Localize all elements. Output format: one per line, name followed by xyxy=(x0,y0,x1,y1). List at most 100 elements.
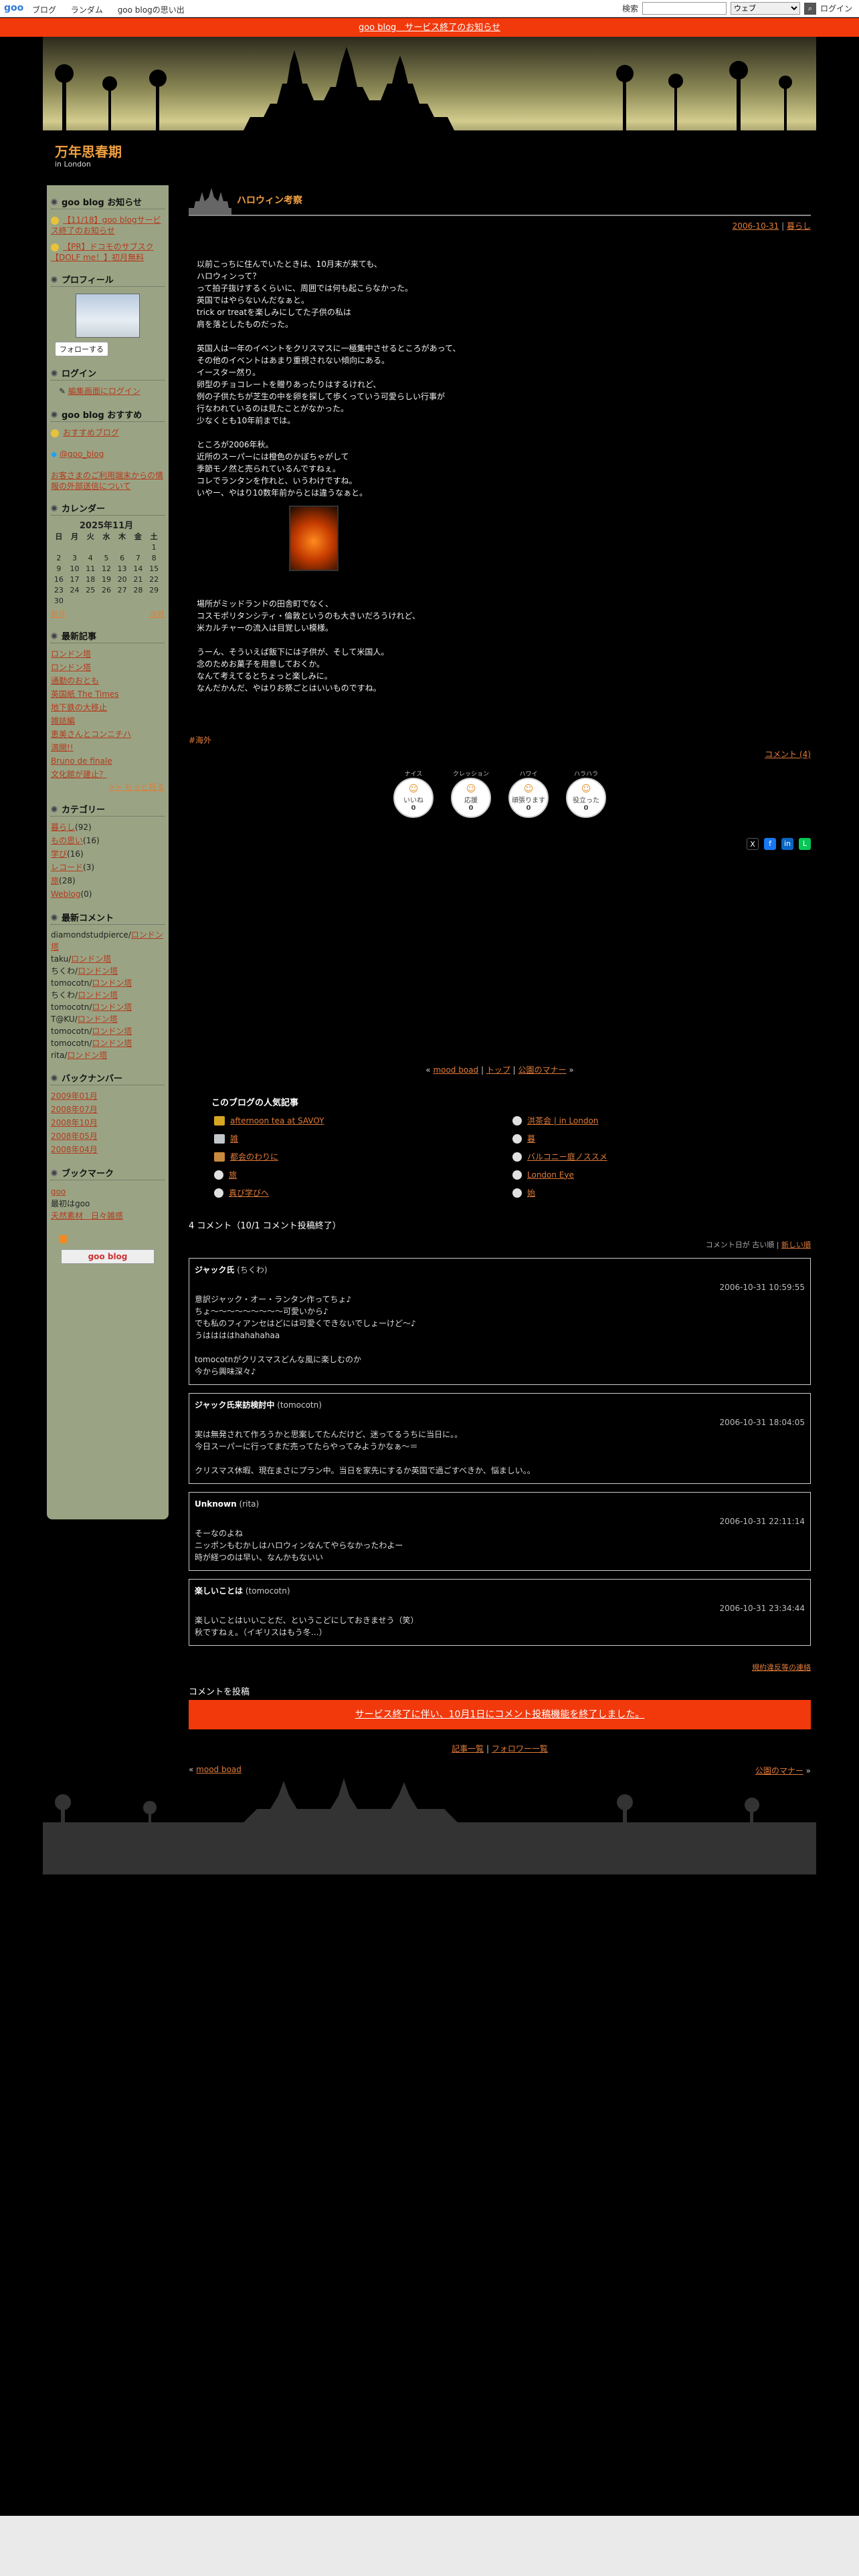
news-link[interactable]: 【11/18】goo blogサービス終了のお知らせ xyxy=(51,215,161,235)
backnumber-link[interactable]: 2008年07月 xyxy=(51,1103,165,1116)
popular-item[interactable]: 暮 xyxy=(512,1133,811,1144)
category-link[interactable]: Weblog xyxy=(51,889,80,899)
prev-entry-link[interactable]: mood boad xyxy=(433,1065,478,1075)
footer-prev-link[interactable]: mood boad xyxy=(196,1765,242,1774)
search-button[interactable]: ⌕ xyxy=(803,2,816,15)
recent-entry-link[interactable]: ロンドン塔 xyxy=(51,647,165,661)
comment-entry-link[interactable]: ロンドン塔 xyxy=(92,978,132,988)
reaction-button[interactable]: ナイス ☺ いいね 0 xyxy=(392,769,435,818)
nav-random[interactable]: ランダム xyxy=(71,5,103,15)
popular-item[interactable]: 雑 xyxy=(214,1133,512,1144)
backnumber-link[interactable]: 2008年04月 xyxy=(51,1143,165,1156)
popular-item[interactable]: 都会のわりに xyxy=(214,1151,512,1162)
entry-category-link[interactable]: 暮らし xyxy=(787,221,811,231)
rank-dot-icon xyxy=(512,1134,522,1144)
goo-blog-logo[interactable]: goo blog xyxy=(61,1249,155,1264)
nav-memories[interactable]: goo blogの思い出 xyxy=(118,5,185,15)
login-heading: ログイン xyxy=(51,366,165,381)
rss-icon[interactable] xyxy=(59,1235,67,1243)
popular-item[interactable]: 始 xyxy=(512,1187,811,1198)
facebook-share-icon[interactable]: f xyxy=(764,838,776,850)
recent-entry-link[interactable]: 恵美さんとコンニチハ xyxy=(51,728,165,741)
pumpkin-lantern-photo[interactable] xyxy=(289,506,339,571)
comment-entry-link[interactable]: ロンドン塔 xyxy=(78,966,118,976)
login-link[interactable]: ログイン xyxy=(820,3,852,14)
next-entry-link[interactable]: 公園のマナー xyxy=(518,1065,567,1075)
category-count: (3) xyxy=(83,863,95,872)
follow-button[interactable]: フォローする xyxy=(55,342,108,356)
news-link[interactable]: 【PR】ドコモのサブスク【DOLF me！】初月無料 xyxy=(51,242,154,262)
follower-list-link[interactable]: フォロワー一覧 xyxy=(492,1744,548,1753)
comment-count-link[interactable]: コメント (4) xyxy=(765,750,811,759)
reaction-circle[interactable]: ☺ 役立った 0 xyxy=(566,778,606,818)
top-link[interactable]: トップ xyxy=(486,1065,510,1075)
comment-entry-link[interactable]: ロンドン塔 xyxy=(67,1051,107,1060)
popular-item[interactable]: 真び学びへ xyxy=(214,1187,512,1198)
comments-closed-link[interactable]: サービス終了に伴い、10月1日にコメント投稿機能を終了しました。 xyxy=(355,1709,645,1720)
recent-entry-link[interactable]: Bruno de finale xyxy=(51,754,165,768)
reaction-circle[interactable]: ☺ 応援 0 xyxy=(451,778,491,818)
report-violation-link[interactable]: 規約違反等の連絡 xyxy=(752,1663,811,1672)
bullet-icon xyxy=(51,411,58,418)
entry-list-link[interactable]: 記事一覧 xyxy=(452,1744,484,1753)
bookmark-link[interactable]: 天然素材 日々雑感 xyxy=(51,1210,165,1222)
popular-item[interactable]: afternoon tea at SAVOY xyxy=(214,1115,512,1126)
recommend-link[interactable]: おすすめブログ xyxy=(63,428,119,437)
comment-entry-link[interactable]: ロンドン塔 xyxy=(92,1039,132,1048)
backnumber-link[interactable]: 2009年01月 xyxy=(51,1089,165,1103)
reaction-button[interactable]: クレッション ☺ 応援 0 xyxy=(450,769,492,818)
category-link[interactable]: 暮らし xyxy=(51,823,75,832)
popular-item[interactable]: バルコニー庭ノススメ xyxy=(512,1151,811,1162)
category-link[interactable]: もの思い xyxy=(51,836,83,845)
backnumber-link[interactable]: 2008年10月 xyxy=(51,1116,165,1130)
x-share-icon[interactable]: X xyxy=(747,838,759,850)
comment-entry-link[interactable]: ロンドン塔 xyxy=(78,1014,118,1024)
recent-entry-link[interactable]: ロンドン塔 xyxy=(51,661,165,674)
calendar-day: 27 xyxy=(117,585,127,595)
goo-logo[interactable]: goo xyxy=(4,3,23,13)
entry-tag[interactable]: #海外 xyxy=(189,734,811,746)
line-share-icon[interactable]: L xyxy=(799,838,811,850)
recent-comment-item: taku/ロンドン塔 xyxy=(51,953,165,965)
calendar-next[interactable]: 次月 xyxy=(150,609,165,619)
blog-title[interactable]: 万年思春期 xyxy=(55,141,122,160)
entry-title[interactable]: ハロウィン考察 xyxy=(237,193,302,207)
search-input[interactable] xyxy=(642,2,727,15)
nav-blog[interactable]: ブログ xyxy=(32,5,56,15)
recent-entry-link[interactable]: 通勤のおとも xyxy=(51,674,165,687)
search-scope-select[interactable]: ウェブ xyxy=(730,2,800,15)
recent-entry-link[interactable]: 満開!! xyxy=(51,741,165,754)
backnumber-link[interactable]: 2008年05月 xyxy=(51,1130,165,1143)
footer-next-link[interactable]: 公園のマナー xyxy=(755,1766,803,1776)
recent-entry-link[interactable]: 英国紙 The Times xyxy=(51,687,165,701)
category-link[interactable]: 旅 xyxy=(51,876,59,885)
external-info-link[interactable]: お客さまのご利用端末からの情報の外部送信について xyxy=(51,471,163,491)
bookmark-link[interactable]: goo xyxy=(51,1186,165,1198)
category-link[interactable]: レコード xyxy=(51,863,83,872)
linkedin-share-icon[interactable]: in xyxy=(781,838,793,850)
sort-old[interactable]: 古い順 xyxy=(752,1241,774,1249)
comment-entry-link[interactable]: ロンドン塔 xyxy=(71,954,111,964)
popular-item[interactable]: 旅 xyxy=(214,1169,512,1180)
entry-date-link[interactable]: 2006-10-31 xyxy=(733,221,779,231)
comment-entry-link[interactable]: ロンドン塔 xyxy=(92,1027,132,1036)
comment-entry-link[interactable]: ロンドン塔 xyxy=(92,1002,132,1012)
admin-login-link[interactable]: 編集画面にログイン xyxy=(68,387,140,396)
profile-image[interactable] xyxy=(76,294,140,338)
service-end-link[interactable]: goo blog サービス終了のお知らせ xyxy=(359,23,500,33)
category-link[interactable]: 学び xyxy=(51,849,67,859)
comment-entry-link[interactable]: ロンドン塔 xyxy=(78,990,118,1000)
sort-new[interactable]: 新しい順 xyxy=(781,1241,811,1249)
popular-item[interactable]: 洪茶会 | in London xyxy=(512,1115,811,1126)
recent-entry-link[interactable]: 文化館が建止？ xyxy=(51,768,165,781)
reaction-button[interactable]: ハワイ ☺ 頑張ります 0 xyxy=(507,769,550,818)
recent-entry-link[interactable]: 雑誌編 xyxy=(51,714,165,728)
twitter-link[interactable]: @goo_blog xyxy=(60,449,104,459)
popular-item[interactable]: London Eye xyxy=(512,1169,811,1180)
calendar-prev[interactable]: 前月 xyxy=(51,609,66,619)
reaction-circle[interactable]: ☺ 頑張ります 0 xyxy=(508,778,549,818)
reaction-circle[interactable]: ☺ いいね 0 xyxy=(393,778,434,818)
recent-more-link[interactable]: >> もっと見る xyxy=(108,782,165,792)
recent-entry-link[interactable]: 地下鉄の大移止 xyxy=(51,701,165,714)
reaction-button[interactable]: ハラハラ ☺ 役立った 0 xyxy=(565,769,607,818)
